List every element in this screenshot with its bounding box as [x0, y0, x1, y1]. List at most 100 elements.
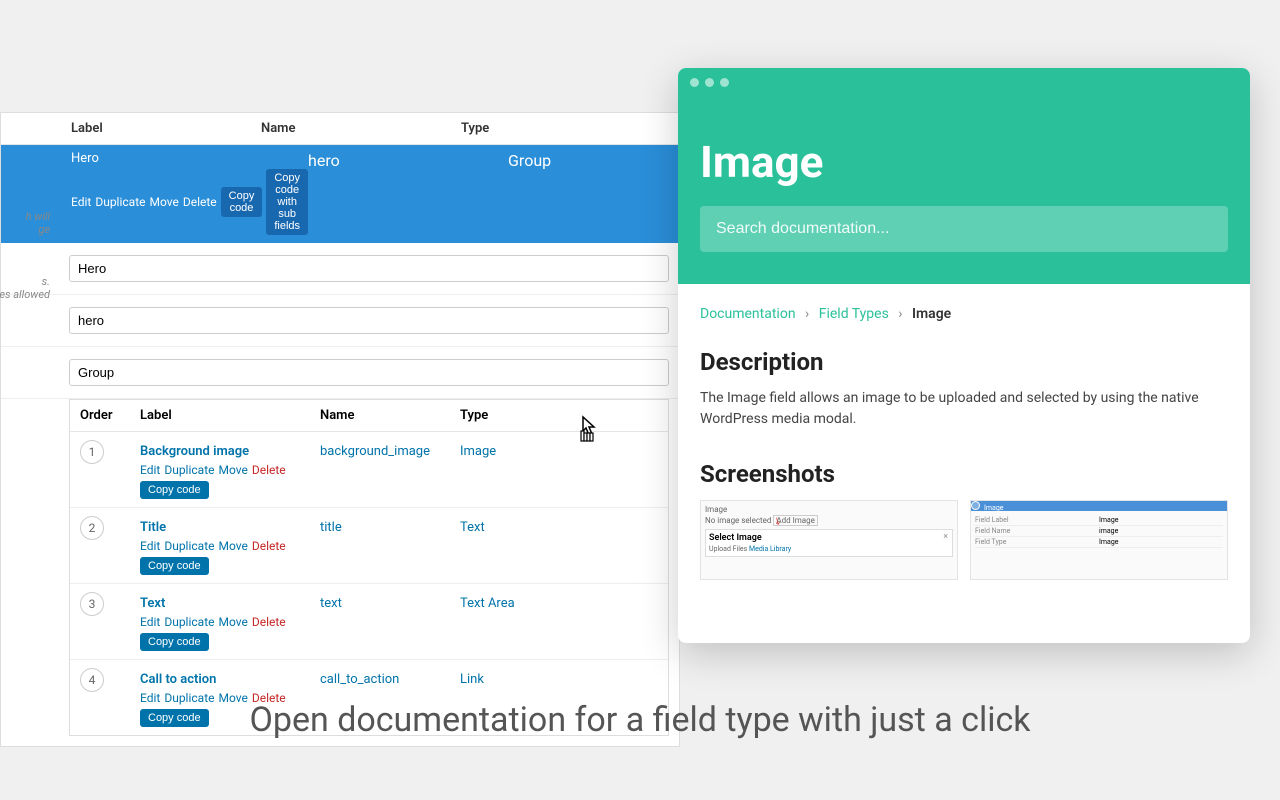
move-link[interactable]: Move [150, 195, 179, 209]
col-header-label: Label [11, 121, 261, 136]
close-icon: × [943, 532, 948, 542]
delete-link[interactable]: Delete [183, 195, 217, 209]
shot-modal: Select Image × Upload Files Media Librar… [705, 529, 953, 557]
selected-field-name: hero [308, 151, 508, 170]
breadcrumb-root[interactable]: Documentation [700, 306, 796, 322]
duplicate-link[interactable]: Duplicate [164, 539, 214, 553]
duplicate-link[interactable]: Duplicate [164, 463, 214, 477]
doc-title: Image [700, 136, 1228, 188]
sub-col-label: Label [140, 408, 320, 423]
col-header-type: Type [461, 121, 669, 136]
sub-col-name: Name [320, 408, 460, 423]
screenshots-heading: Screenshots [700, 460, 1228, 488]
screenshots-row: Image No image selected Add Image ↘ Sele… [700, 500, 1228, 580]
shot-row-label: Field Name [975, 527, 1099, 535]
screenshot-thumb[interactable]: Image No image selected Add Image ↘ Sele… [700, 500, 958, 580]
description-heading: Description [700, 348, 1228, 376]
move-link[interactable]: Move [219, 615, 248, 629]
label-input-row [1, 243, 679, 295]
copy-code-sub-button[interactable]: Copy code with sub fields [266, 169, 308, 235]
copy-code-button[interactable]: Copy code [221, 187, 263, 217]
table-header: Label Name Type [1, 113, 679, 145]
hint-text-2: s. es allowed [0, 275, 50, 301]
table-row[interactable]: 1 Background image Edit Duplicate Move Del… [70, 432, 668, 508]
move-link[interactable]: Move [219, 463, 248, 477]
delete-link[interactable]: Delete [252, 463, 286, 477]
order-badge: 4 [80, 668, 104, 692]
order-badge: 2 [80, 516, 104, 540]
shot-row-value: image [1099, 527, 1223, 535]
selected-field-label: Hero [71, 151, 308, 166]
copy-code-button[interactable]: Copy code [140, 481, 209, 499]
order-badge: 3 [80, 592, 104, 616]
breadcrumb-current: Image [912, 306, 951, 322]
type-input[interactable] [69, 359, 669, 386]
shot-label: Image [705, 505, 953, 514]
shot-row-label: Field Label [975, 516, 1099, 524]
table-row[interactable]: 2 Title Edit Duplicate Move Delete Copy co… [70, 508, 668, 584]
edit-link[interactable]: Edit [71, 195, 91, 209]
name-input-row [1, 295, 679, 347]
field-type-link[interactable]: Link [460, 672, 484, 687]
field-name-link[interactable]: background_image [320, 444, 430, 459]
field-editor-panel: Label Name Type Hero Edit Duplicate Move… [0, 112, 680, 747]
window-dot-icon [705, 78, 714, 87]
edit-link[interactable]: Edit [140, 539, 160, 553]
documentation-window: Image Documentation › Field Types › Imag… [678, 68, 1250, 643]
subfields-table: Order Label Name Type 1 Background image E… [69, 399, 669, 736]
field-name-link[interactable]: title [320, 520, 342, 535]
screenshot-thumb[interactable]: Image Field LabelImageField NameimageFie… [970, 500, 1228, 580]
sub-col-type: Type [460, 408, 658, 423]
description-text: The Image field allows an image to be up… [700, 388, 1228, 430]
doc-hero: Image [678, 96, 1250, 284]
breadcrumb-section[interactable]: Field Types [819, 306, 889, 322]
order-badge: 1 [80, 440, 104, 464]
copy-code-button[interactable]: Copy code [140, 633, 209, 651]
sub-col-order: Order [80, 408, 140, 423]
edit-link[interactable]: Edit [140, 615, 160, 629]
type-input-row [1, 347, 679, 399]
copy-code-button[interactable]: Copy code [140, 557, 209, 575]
hint-text-1: h will ge [0, 210, 50, 236]
delete-link[interactable]: Delete [252, 615, 286, 629]
field-label-link[interactable]: Title [140, 520, 166, 535]
chevron-right-icon: › [805, 306, 809, 322]
shot-bar-label: Image [984, 504, 1004, 512]
window-dot-icon [720, 78, 729, 87]
duplicate-link[interactable]: Duplicate [95, 195, 145, 209]
field-label-link[interactable]: Background image [140, 444, 249, 459]
edit-link[interactable]: Edit [140, 463, 160, 477]
name-input[interactable] [69, 307, 669, 334]
shot-row-value: Image [1099, 538, 1223, 546]
selected-field-row[interactable]: Hero Edit Duplicate Move Delete Copy cod… [1, 145, 679, 243]
label-input[interactable] [69, 255, 669, 282]
duplicate-link[interactable]: Duplicate [164, 615, 214, 629]
field-label-link[interactable]: Text [140, 596, 165, 611]
doc-body: Documentation › Field Types › Image Desc… [678, 284, 1250, 602]
shot-row-label: Field Type [975, 538, 1099, 546]
move-link[interactable]: Move [219, 539, 248, 553]
doc-search-input[interactable] [700, 206, 1228, 252]
shot-modal-title: Select Image [709, 533, 949, 543]
feature-caption: Open documentation for a field type with… [0, 700, 1280, 740]
shot-bar: Image [971, 501, 1227, 511]
field-name-link[interactable]: call_to_action [320, 672, 399, 687]
table-row[interactable]: 3 Text Edit Duplicate Move Delete Copy cod… [70, 584, 668, 660]
window-titlebar [678, 68, 1250, 96]
chevron-right-icon: › [898, 306, 902, 322]
field-type-link[interactable]: Text Area [460, 596, 515, 611]
window-dot-icon [690, 78, 699, 87]
badge-icon [971, 501, 980, 510]
shot-tab: Upload Files [709, 545, 747, 553]
field-name-link[interactable]: text [320, 596, 342, 611]
field-type-link[interactable]: Image [460, 444, 496, 459]
breadcrumb: Documentation › Field Types › Image [700, 306, 1228, 322]
shot-tab: Media Library [749, 545, 791, 553]
field-label-link[interactable]: Call to action [140, 672, 216, 687]
shot-row-value: Image [1099, 516, 1223, 524]
field-type-link[interactable]: Text [460, 520, 485, 535]
delete-link[interactable]: Delete [252, 539, 286, 553]
subfields-header: Order Label Name Type [70, 400, 668, 432]
col-header-name: Name [261, 121, 461, 136]
selected-field-type: Group [508, 151, 669, 170]
